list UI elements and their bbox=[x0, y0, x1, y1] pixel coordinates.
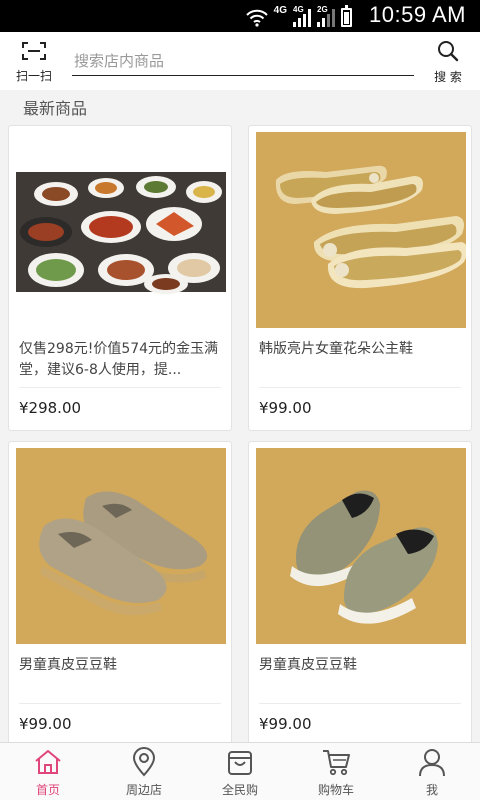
tab-label: 购物车 bbox=[317, 783, 354, 797]
product-card[interactable]: 男童真皮豆豆鞋 ¥99.00 bbox=[8, 441, 232, 747]
network-type-label: 4G bbox=[273, 5, 287, 16]
gold-princess-shoes-image bbox=[256, 132, 466, 328]
signal-1: 4G bbox=[293, 5, 311, 27]
scan-button[interactable]: 扫一扫 bbox=[12, 40, 56, 84]
tab-nearby[interactable]: 周边店 bbox=[96, 743, 192, 800]
location-pin-icon bbox=[132, 747, 156, 777]
scan-icon bbox=[22, 42, 46, 60]
network-type-label: 4G bbox=[293, 5, 304, 14]
divider bbox=[19, 387, 221, 388]
product-price: ¥298.00 bbox=[19, 399, 82, 417]
divider bbox=[259, 387, 461, 388]
tab-label: 全民购 bbox=[221, 783, 258, 797]
divider bbox=[19, 703, 221, 704]
home-icon bbox=[35, 750, 61, 774]
product-name[interactable]: 韩版亮片女童花朵公主鞋 bbox=[259, 339, 461, 360]
product-card[interactable]: 韩版亮片女童花朵公主鞋 ¥99.00 bbox=[248, 125, 472, 431]
network-type-label: 2G bbox=[317, 5, 328, 14]
product-name[interactable]: 男童真皮豆豆鞋 bbox=[19, 655, 221, 676]
product-price: ¥99.00 bbox=[19, 715, 72, 733]
product-card[interactable]: 男童真皮豆豆鞋 ¥99.00 bbox=[248, 441, 472, 747]
tab-label: 我 bbox=[425, 783, 438, 797]
search-input[interactable] bbox=[72, 48, 414, 74]
header: 扫一扫 搜 索 bbox=[0, 32, 480, 90]
scan-label: 扫一扫 bbox=[15, 69, 52, 83]
tab-label: 周边店 bbox=[125, 783, 162, 797]
section-title: 最新商品 bbox=[23, 99, 88, 118]
product-image[interactable] bbox=[256, 448, 466, 644]
search-field[interactable] bbox=[72, 48, 414, 76]
product-image[interactable] bbox=[16, 132, 226, 328]
shopping-bag-icon bbox=[228, 751, 252, 775]
product-name[interactable]: 男童真皮豆豆鞋 bbox=[259, 655, 461, 676]
product-grid: 仅售298元!价值574元的金玉满堂，建议6-8人使用，提... ¥298.00… bbox=[8, 125, 472, 747]
olive-slip-on-shoes-image bbox=[256, 448, 466, 644]
khaki-loafers-image bbox=[16, 448, 226, 644]
status-bar: 4G 4G 2G 10:59 AM bbox=[0, 0, 480, 32]
product-image[interactable] bbox=[16, 448, 226, 644]
product-price: ¥99.00 bbox=[259, 399, 312, 417]
product-card[interactable]: 仅售298元!价值574元的金玉满堂，建议6-8人使用，提... ¥298.00 bbox=[8, 125, 232, 431]
signal-2: 2G bbox=[317, 5, 335, 27]
banquet-dishes-image bbox=[16, 132, 226, 328]
divider bbox=[259, 703, 461, 704]
status-time: 10:59 AM bbox=[369, 2, 466, 27]
status-icons: 4G 4G 2G bbox=[245, 5, 352, 27]
battery-icon bbox=[341, 5, 352, 27]
product-price: ¥99.00 bbox=[259, 715, 312, 733]
bottom-tab-bar: 首页 周边店 全民购 购物车 我 bbox=[0, 742, 480, 800]
cart-icon bbox=[323, 750, 350, 776]
person-icon bbox=[419, 749, 445, 777]
search-icon bbox=[438, 41, 459, 62]
tab-home[interactable]: 首页 bbox=[0, 743, 96, 800]
product-name[interactable]: 仅售298元!价值574元的金玉满堂，建议6-8人使用，提... bbox=[19, 339, 221, 381]
search-label: 搜 索 bbox=[434, 70, 462, 84]
tab-label: 首页 bbox=[35, 783, 60, 797]
wifi-icon bbox=[245, 9, 268, 27]
product-image[interactable] bbox=[256, 132, 466, 328]
tab-me[interactable]: 我 bbox=[384, 743, 480, 800]
tab-group-buy[interactable]: 全民购 bbox=[192, 743, 288, 800]
search-button[interactable]: 搜 索 bbox=[428, 40, 468, 84]
tab-cart[interactable]: 购物车 bbox=[288, 743, 384, 800]
